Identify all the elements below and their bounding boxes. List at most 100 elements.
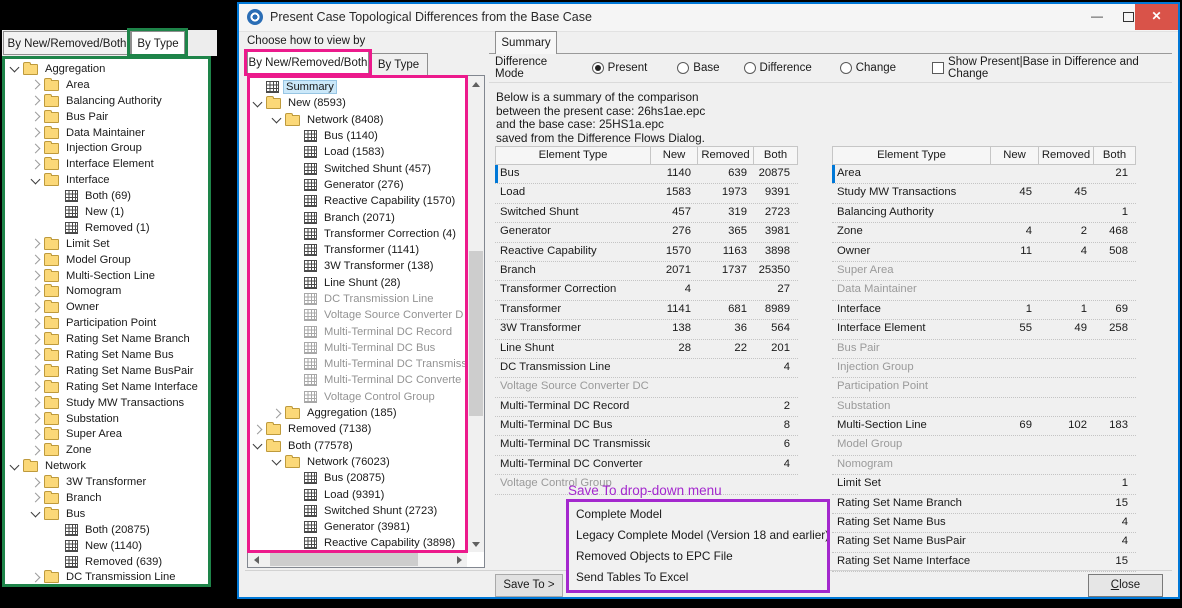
column-header[interactable]: Both	[1094, 147, 1135, 164]
cell-both[interactable]: 8989	[753, 301, 796, 319]
cell-removed[interactable]	[1038, 262, 1093, 280]
cell-new[interactable]: 1141	[650, 301, 697, 319]
tree-item[interactable]: Nomogram	[5, 283, 208, 299]
table-row[interactable]: Line Shunt2822201	[495, 340, 798, 359]
tree-item[interactable]: Bus (20875)	[248, 470, 467, 486]
cell-removed[interactable]	[697, 359, 753, 377]
tree-item[interactable]: Multi-Terminal DC Transmiss	[248, 356, 467, 372]
tree-item[interactable]: DC Transmission Line	[248, 291, 467, 307]
cell-element-type[interactable]: Switched Shunt	[495, 204, 650, 222]
cell-both[interactable]	[1093, 281, 1134, 299]
cell-removed[interactable]	[1038, 281, 1093, 299]
tree-item[interactable]: Multi-Terminal DC Converte	[248, 372, 467, 388]
chevron-right-icon[interactable]	[31, 128, 41, 138]
cell-new[interactable]	[990, 398, 1038, 416]
cell-both[interactable]: 201	[753, 340, 796, 358]
chevron-right-icon[interactable]	[31, 143, 41, 153]
cell-removed[interactable]: 639	[697, 165, 753, 183]
tree-horizontal-scrollbar[interactable]	[248, 552, 467, 567]
table-row[interactable]: Multi-Section Line69102183	[832, 417, 1136, 436]
tree-item[interactable]: Both (77578)	[248, 438, 467, 454]
chevron-right-icon[interactable]	[31, 398, 41, 408]
tree-item[interactable]: Model Group	[5, 252, 208, 268]
cell-both[interactable]: 25350	[753, 262, 796, 280]
cell-new[interactable]	[650, 456, 697, 474]
cell-new[interactable]	[990, 533, 1038, 551]
cell-element-type[interactable]: Transformer	[495, 301, 650, 319]
chevron-right-icon[interactable]	[31, 112, 41, 122]
cell-removed[interactable]: 1973	[697, 184, 753, 202]
table-row[interactable]: Generator2763653981	[495, 223, 798, 242]
chevron-right-icon[interactable]	[31, 302, 41, 312]
cell-new[interactable]	[650, 378, 697, 396]
cell-element-type[interactable]: Super Area	[832, 262, 990, 280]
tree-item[interactable]: Reactive Capability (3898)	[248, 535, 467, 551]
cell-removed[interactable]	[1038, 456, 1093, 474]
column-header[interactable]: New	[991, 147, 1039, 164]
tree-item[interactable]: Injection Group	[5, 140, 208, 156]
cell-removed[interactable]	[1038, 436, 1093, 454]
dialog-tab-by-type[interactable]: By Type	[369, 53, 428, 76]
cell-both[interactable]: 508	[1093, 243, 1134, 261]
cell-new[interactable]	[990, 475, 1038, 493]
cell-element-type[interactable]: Rating Set Name Branch	[832, 495, 990, 513]
cell-both[interactable]: 4	[753, 359, 796, 377]
cell-both[interactable]	[1093, 262, 1134, 280]
cell-new[interactable]: 4	[990, 223, 1038, 241]
tree-item[interactable]: Data Maintainer	[5, 125, 208, 141]
tree-item[interactable]: Area	[5, 77, 208, 93]
cell-both[interactable]: 2	[753, 398, 796, 416]
cell-both[interactable]: 8	[753, 417, 796, 435]
cell-removed[interactable]: 36	[697, 320, 753, 338]
cell-removed[interactable]	[697, 456, 753, 474]
table-row[interactable]: Bus114063920875	[495, 165, 798, 184]
cell-both[interactable]: 20875	[753, 165, 796, 183]
cell-both[interactable]: 4	[753, 456, 796, 474]
radio-change[interactable]	[840, 62, 852, 74]
tree-item[interactable]: Switched Shunt (2723)	[248, 503, 467, 519]
cell-element-type[interactable]: Branch	[495, 262, 650, 280]
tree-item[interactable]: Bus Pair	[5, 109, 208, 125]
cell-element-type[interactable]: Nomogram	[832, 456, 990, 474]
tree-item[interactable]: Bus (1140)	[248, 128, 467, 144]
tree-item[interactable]: New (1140)	[5, 538, 208, 554]
cell-removed[interactable]: 22	[697, 340, 753, 358]
cell-new[interactable]: 1583	[650, 184, 697, 202]
cell-new[interactable]: 69	[990, 417, 1038, 435]
chevron-right-icon[interactable]	[31, 286, 41, 296]
chevron-right-icon[interactable]	[31, 96, 41, 106]
chevron-down-icon[interactable]	[272, 114, 282, 124]
tree-item[interactable]: Transformer Correction (4)	[248, 226, 467, 242]
table-row[interactable]: Reactive Capability157011633898	[495, 243, 798, 262]
table-row[interactable]: Multi-Terminal DC Transmission6	[495, 436, 798, 455]
cell-element-type[interactable]: Injection Group	[832, 359, 990, 377]
tree-item[interactable]: Switched Shunt (457)	[248, 160, 467, 176]
cell-removed[interactable]	[697, 398, 753, 416]
cell-element-type[interactable]: Multi-Section Line	[832, 417, 990, 435]
table-row[interactable]: Limit Set1	[832, 475, 1136, 494]
cell-removed[interactable]: 45	[1038, 184, 1093, 202]
cell-both[interactable]: 69	[1093, 301, 1134, 319]
table-row[interactable]: Nomogram	[832, 456, 1136, 475]
tree-item[interactable]: Voltage Control Group	[248, 389, 467, 405]
cell-new[interactable]: 4	[650, 281, 697, 299]
cell-removed[interactable]: 2	[1038, 223, 1093, 241]
tree-item[interactable]: Branch (2071)	[248, 209, 467, 225]
cell-both[interactable]: 1	[1093, 204, 1134, 222]
table-row[interactable]: Bus Pair	[832, 340, 1136, 359]
cell-removed[interactable]: 1	[1038, 301, 1093, 319]
chevron-down-icon[interactable]	[253, 97, 263, 107]
cell-both[interactable]	[1093, 340, 1134, 358]
cell-removed[interactable]: 4	[1038, 243, 1093, 261]
tree-item[interactable]: Generator (3981)	[248, 519, 467, 535]
cell-element-type[interactable]: Multi-Terminal DC Bus	[495, 417, 650, 435]
cell-element-type[interactable]: Reactive Capability	[495, 243, 650, 261]
tree-item[interactable]: Rating Set Name Branch	[5, 331, 208, 347]
cell-both[interactable]: 3898	[753, 243, 796, 261]
tree-item[interactable]: Aggregation	[5, 61, 208, 77]
cell-both[interactable]	[753, 378, 796, 396]
cell-element-type[interactable]: Data Maintainer	[832, 281, 990, 299]
cell-both[interactable]: 258	[1093, 320, 1134, 338]
menu-item-legacy-complete-model[interactable]: Legacy Complete Model (Version 18 and ea…	[569, 525, 827, 546]
table-row[interactable]: Injection Group	[832, 359, 1136, 378]
